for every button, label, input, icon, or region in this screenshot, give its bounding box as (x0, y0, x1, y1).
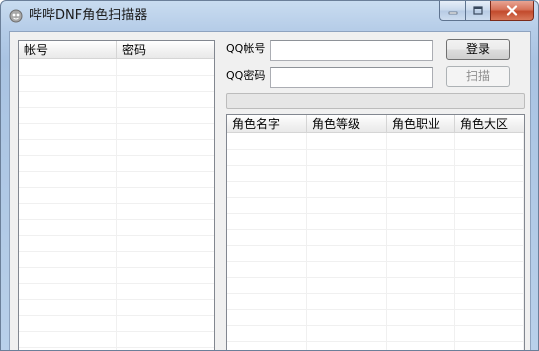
grid-line (19, 139, 214, 140)
column-header-role-name[interactable]: 角色名字 (227, 115, 307, 133)
grid-line (19, 203, 214, 204)
grid-line (227, 213, 524, 214)
grid-line (19, 299, 214, 300)
caption-buttons (439, 1, 534, 21)
grid-line (227, 229, 524, 230)
grid-line (19, 283, 214, 284)
qq-password-input[interactable] (270, 67, 433, 88)
client-area: 帐号 密码 QQ帐号 登录 QQ密码 扫描 角色名字 角色等级 角色职业 角色大… (9, 31, 531, 350)
column-header-role-region[interactable]: 角色大区 (455, 115, 524, 133)
scan-button[interactable]: 扫描 (446, 66, 510, 87)
column-header-role-class[interactable]: 角色职业 (387, 115, 455, 133)
grid-line (19, 171, 214, 172)
title-bar[interactable]: 哔哔DNF角色扫描器 (1, 1, 538, 31)
qq-password-label: QQ密码 (226, 69, 266, 82)
role-list-header: 角色名字 角色等级 角色职业 角色大区 (227, 115, 524, 133)
app-icon (9, 9, 23, 23)
grid-line (19, 155, 214, 156)
grid-line (19, 251, 214, 252)
grid-line (227, 309, 524, 310)
grid-line (227, 197, 524, 198)
qq-account-label: QQ帐号 (226, 42, 266, 55)
maximize-button[interactable] (465, 1, 490, 21)
grid-line (19, 219, 214, 220)
grid-line (227, 277, 524, 278)
app-window: 哔哔DNF角色扫描器 帐号 密码 QQ帐号 登录 QQ密码 扫描 角色名字 角色… (0, 0, 539, 351)
grid-line (19, 267, 214, 268)
grid-line (19, 107, 214, 108)
grid-line (19, 91, 214, 92)
minimize-icon (448, 11, 457, 14)
grid-line (19, 75, 214, 76)
grid-line (19, 331, 214, 332)
grid-line (227, 341, 524, 342)
grid-line (227, 149, 524, 150)
grid-line (19, 123, 214, 124)
grid-line (19, 315, 214, 316)
minimize-button[interactable] (439, 1, 465, 21)
grid-line (116, 59, 117, 350)
grid-line (19, 187, 214, 188)
scan-progress-bar (226, 93, 525, 109)
window-title: 哔哔DNF角色扫描器 (29, 8, 148, 23)
grid-line (227, 165, 524, 166)
login-button[interactable]: 登录 (446, 39, 510, 60)
grid-line (227, 181, 524, 182)
column-header-password[interactable]: 密码 (117, 41, 214, 59)
column-header-role-level[interactable]: 角色等级 (307, 115, 387, 133)
grid-line (227, 293, 524, 294)
account-list-header: 帐号 密码 (19, 41, 214, 59)
grid-line (19, 235, 214, 236)
grid-line (227, 261, 524, 262)
grid-line (19, 347, 214, 348)
grid-line (227, 325, 524, 326)
grid-line (227, 245, 524, 246)
maximize-icon (473, 6, 483, 15)
role-list[interactable]: 角色名字 角色等级 角色职业 角色大区 (226, 114, 525, 350)
close-button[interactable] (490, 1, 534, 21)
close-icon (506, 5, 518, 16)
qq-account-input[interactable] (270, 40, 433, 61)
account-list[interactable]: 帐号 密码 (18, 40, 215, 350)
column-header-account[interactable]: 帐号 (19, 41, 117, 59)
